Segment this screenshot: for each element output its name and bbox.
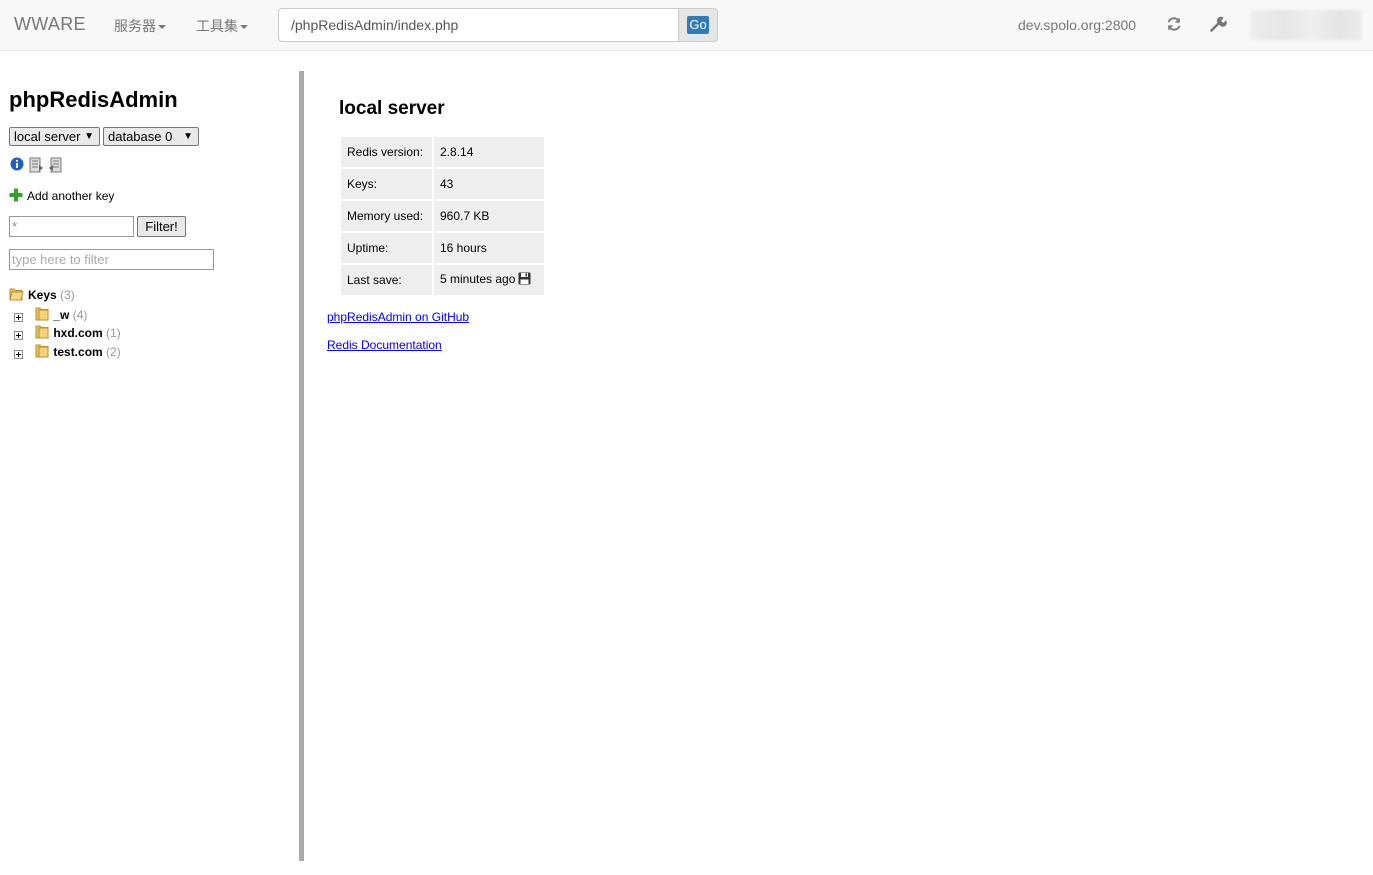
info-label: Keys:	[341, 169, 432, 199]
add-key-link[interactable]: Add another key	[9, 188, 114, 205]
info-value: 960.7 KB	[434, 201, 544, 231]
database-select-value: database 0	[108, 129, 173, 144]
brand-logo[interactable]: WWARE	[14, 14, 86, 35]
menu-servers[interactable]: 服务器	[114, 16, 166, 36]
menu-tools[interactable]: 工具集	[196, 16, 248, 36]
info-value: 16 hours	[434, 233, 544, 263]
tree-root-label: Keys	[28, 288, 57, 302]
expand-icon[interactable]	[14, 329, 23, 343]
import-icon[interactable]	[48, 157, 63, 178]
info-label: Redis version:	[341, 137, 432, 167]
tree-item[interactable]: hxd.com (1)	[14, 324, 121, 342]
info-label: Last save:	[341, 265, 432, 295]
tree-item[interactable]: test.com (2)	[14, 343, 121, 361]
server-title: local server	[339, 98, 445, 119]
wrench-icon[interactable]	[1209, 15, 1227, 33]
user-avatar-blurred[interactable]	[1250, 10, 1362, 40]
info-value: 43	[434, 169, 544, 199]
add-key-label: Add another key	[27, 189, 115, 203]
folder-open-icon	[9, 287, 24, 304]
server-select[interactable]: local server ▼	[9, 127, 100, 146]
top-navbar: WWARE 服务器 工具集 Go dev.spolo.org:2800	[0, 0, 1373, 51]
sidebar-resize-handle[interactable]	[299, 71, 304, 861]
table-row: Keys: 43	[341, 169, 544, 199]
url-input[interactable]	[278, 8, 679, 42]
expand-icon[interactable]	[14, 311, 23, 325]
info-label: Uptime:	[341, 233, 432, 263]
menu-tools-label: 工具集	[196, 18, 238, 34]
database-select[interactable]: database 0 ▼	[103, 127, 199, 146]
folder-icon	[35, 343, 49, 361]
key-pattern-input[interactable]	[9, 216, 134, 237]
tree-item-count: (2)	[106, 345, 121, 359]
tree-item-name: test.com	[53, 345, 103, 359]
plus-icon	[9, 188, 23, 205]
folder-icon	[35, 306, 49, 324]
tree-item-name: hxd.com	[53, 326, 103, 340]
tree-item-count: (4)	[72, 308, 88, 322]
table-row: Memory used: 960.7 KB	[341, 201, 544, 231]
info-value: 2.8.14	[434, 137, 544, 167]
tree-item-name: _w	[53, 308, 70, 322]
github-link[interactable]: phpRedisAdmin on GitHub	[327, 310, 469, 324]
table-row: Redis version: 2.8.14	[341, 137, 544, 167]
redis-docs-link[interactable]: Redis Documentation	[327, 338, 442, 352]
tree-item-count: (1)	[106, 326, 121, 340]
info-label: Memory used:	[341, 201, 432, 231]
server-info-table: Redis version: 2.8.14 Keys: 43 Memory us…	[339, 135, 546, 297]
info-value-cell: 5 minutes ago	[434, 265, 544, 295]
export-icon[interactable]	[29, 157, 44, 178]
folder-icon	[35, 324, 49, 342]
caret-down-icon	[240, 25, 248, 30]
dropdown-arrow-icon: ▼	[84, 131, 94, 142]
table-row: Last save: 5 minutes ago	[341, 265, 544, 295]
menu-servers-label: 服务器	[114, 18, 156, 34]
expand-icon[interactable]	[14, 348, 23, 362]
app-title: phpRedisAdmin	[9, 87, 178, 112]
sidebar: phpRedisAdmin local server ▼ database 0 …	[0, 71, 299, 861]
go-button-label: Go	[687, 16, 709, 34]
table-row: Uptime: 16 hours	[341, 233, 544, 263]
server-select-value: local server	[14, 129, 81, 144]
refresh-icon[interactable]	[1165, 15, 1183, 33]
go-button[interactable]: Go	[679, 8, 718, 42]
info-value: 5 minutes ago	[440, 272, 516, 286]
tree-root[interactable]: Keys (3)	[9, 287, 75, 304]
tree-root-count: (3)	[60, 288, 75, 302]
dropdown-arrow-icon: ▼	[183, 131, 193, 142]
info-icon[interactable]	[10, 157, 24, 176]
quick-filter-input[interactable]	[9, 249, 214, 270]
save-icon[interactable]	[518, 272, 531, 288]
caret-down-icon	[158, 25, 166, 30]
tree-item[interactable]: _w (4)	[14, 306, 87, 324]
filter-button[interactable]: Filter!	[137, 216, 186, 237]
host-label: dev.spolo.org:2800	[1018, 17, 1137, 33]
